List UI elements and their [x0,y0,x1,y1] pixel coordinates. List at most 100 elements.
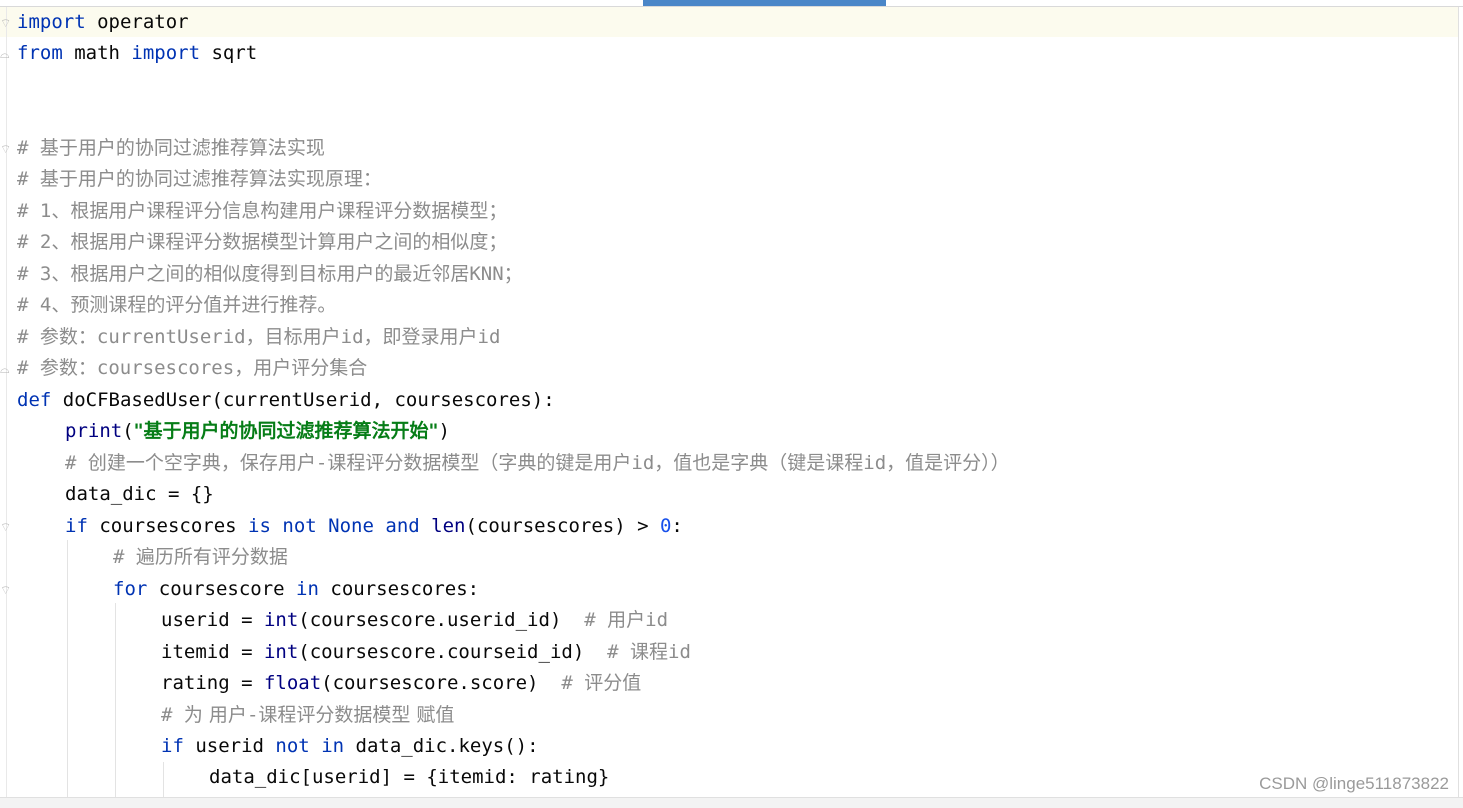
code-line-7[interactable]: # 3、根据用户之间的相似度得到目标用户的最近邻居KNN； [17,259,523,289]
code-text: userid [183,735,276,757]
code-line-5[interactable]: # 1、根据用户课程评分信息构建用户课程评分数据模型； [17,196,507,226]
comment-text: ，值是评分）） [886,452,1010,474]
comment-text: 、根据用户课程评分信息构建用户课程评分数据模型； [51,200,508,222]
number-literal: 0 [659,515,672,537]
code-line-19[interactable]: itemid = int(coursescore.courseid_id) # … [161,637,691,667]
code-line-12[interactable]: print("基于用户的协同过滤推荐算法开始") [65,416,450,446]
code-text: coursescore [147,578,297,600]
comment-hash: # [17,168,40,190]
comment-text: 、根据用户课程评分数据模型计算用户之间的相似度； [51,231,508,253]
keyword: None [328,515,374,537]
keyword: is [248,515,271,537]
fold-end-icon[interactable]: ⌓ [0,362,12,376]
comment-hash: # [17,326,40,348]
code-text: : [671,515,683,537]
active-tab-indicator[interactable] [643,0,886,6]
comment-text: 创建一个空字典，保存用户 [87,452,316,474]
code-line-9[interactable]: # 参数：currentUserid，目标用户id，即登录用户id [17,322,500,352]
comment-text: ，即登录用户 [363,326,478,348]
comment-hash: # 1 [17,200,52,222]
comment-text: 基于用户的协同过滤推荐算法实现原理： [39,168,382,190]
indent-guide [67,540,68,797]
code-line-6[interactable]: # 2、根据用户课程评分数据模型计算用户之间的相似度； [17,227,507,257]
comment-text-mono: - [246,704,259,726]
code-text: ) [438,420,450,442]
comment-hash: # [17,137,40,159]
gutter-divider [6,7,7,797]
keyword: in [296,578,319,600]
code-text: ( [122,420,134,442]
code-line-1[interactable]: import operator [17,7,189,37]
indent-guide [163,762,164,797]
code-line-4[interactable]: # 基于用户的协同过滤推荐算法实现原理： [17,164,382,194]
code-text: data_dic.keys(): [344,735,539,757]
comment-text-mono: KNN； [469,263,523,285]
code-line-10[interactable]: # 参数：coursescores，用户评分集合 [17,353,367,383]
keyword: not [275,735,310,757]
comment-text: 课程 [630,641,669,663]
comment-text: 用户 [607,609,646,631]
code-line-18[interactable]: userid = int(coursescore.userid_id) # 用户… [161,605,668,635]
code-text: coursescores [87,515,249,537]
comment-text-mono: currentUserid [96,326,246,348]
code-line-3[interactable]: # 基于用户的协同过滤推荐算法实现 [17,133,325,163]
comment-text: 参数： [39,357,97,379]
code-line-16[interactable]: # 遍历所有评分数据 [113,542,288,572]
code-line-20[interactable]: rating = float(coursescore.score) # 评分值 [161,668,641,698]
code-text: (coursescores) > [465,515,660,537]
comment-text-mono: id [645,609,669,631]
keyword: in [321,735,345,757]
comment-text-mono: id [340,326,364,348]
comment-hash: # [65,452,88,474]
watermark: CSDN @linge511873822 [1259,774,1449,793]
code-text: sqrt [200,42,258,64]
code-line-11[interactable]: def doCFBasedUser(currentUserid, courses… [17,385,555,415]
comment-hash: # [561,672,585,694]
fold-marker-icon[interactable]: ⌔ [0,16,12,30]
code-line-15[interactable]: if coursescores is not None and len(cour… [65,511,683,541]
code-line-8[interactable]: # 4、预测课程的评分值并进行推荐。 [17,290,336,320]
string-literal: "基于用户的协同过滤推荐算法开始" [133,420,439,442]
comment-hash: # [161,704,184,726]
comment-text: 为 用户 [183,704,247,726]
fold-marker-icon[interactable]: ⌔ [0,520,12,534]
code-editor[interactable]: ⌔ ⌓ ⌔ ⌓ ⌔ ⌔ import operator from math im… [0,0,1463,808]
code-line-2[interactable]: from math import sqrt [17,38,257,68]
comment-text-mono: id [668,641,691,663]
comment-text: 遍历所有评分数据 [135,546,288,568]
comment-hash: # [584,609,608,631]
fold-end-icon[interactable]: ⌓ [0,47,12,61]
code-line-22[interactable]: if userid not in data_dic.keys(): [161,731,539,761]
builtin-function: len [431,515,466,537]
code-line-21[interactable]: # 为 用户-课程评分数据模型 赋值 [161,700,454,730]
comment-text-mono: id [477,326,501,348]
comment-text-mono: id [863,452,887,474]
comment-hash: # 4 [17,294,52,316]
comment-text: 课程评分数据模型 赋值 [258,704,455,726]
code-text: itemid = [161,641,264,663]
code-text: (coursescore.score) [321,672,562,694]
fold-marker-icon[interactable]: ⌔ [0,583,12,597]
code-text: data_dic = {} [65,483,214,505]
builtin-function: int [263,609,299,631]
comment-hash: # 2 [17,231,52,253]
code-line-23[interactable]: data_dic[userid] = {itemid: rating} [209,762,609,792]
code-line-13[interactable]: # 创建一个空字典，保存用户-课程评分数据模型（字典的键是用户id，值也是字典（… [65,448,1010,478]
current-line-highlight [0,7,1458,37]
code-line-17[interactable]: for coursescore in coursescores: [113,574,479,604]
code-text: (coursescore.userid_id) [298,609,585,631]
code-text: userid = [161,609,264,631]
keyword: if [65,515,88,537]
fold-marker-icon[interactable]: ⌔ [0,142,12,156]
comment-text: ，值也是字典（键是课程 [654,452,864,474]
comment-text: 、预测课程的评分值并进行推荐。 [51,294,337,316]
indent-guide [115,603,116,797]
code-line-14[interactable]: data_dic = {} [65,479,214,509]
code-text: (coursescore.courseid_id) [298,641,608,663]
keyword: and [385,515,420,537]
editor-bottom-border [0,797,1463,808]
